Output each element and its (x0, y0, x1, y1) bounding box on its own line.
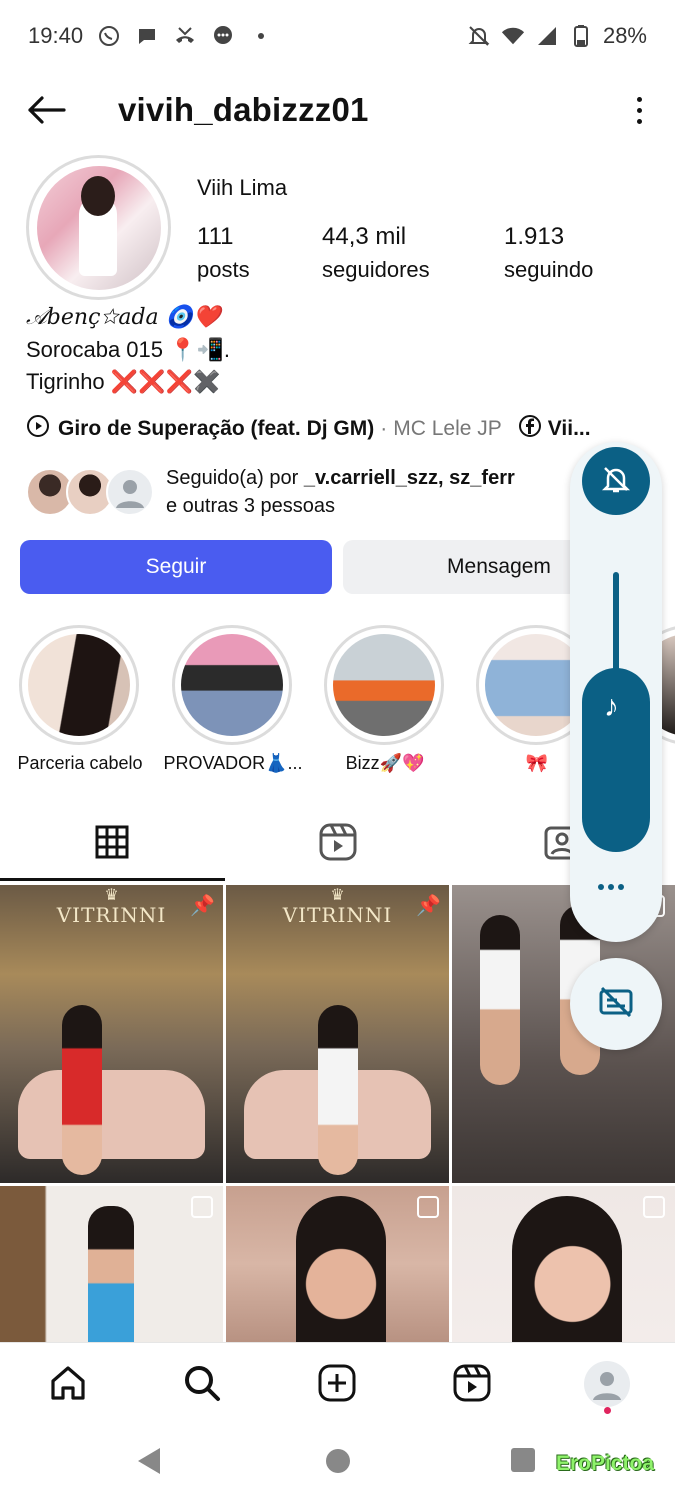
post-image (17, 1069, 206, 1160)
music-note-icon: ♪ (604, 690, 619, 723)
bio-line: 𝒜𝑏𝑒𝑛ç☆𝑎𝑑𝑎 🧿❤️ (26, 305, 221, 330)
post-image (88, 1206, 134, 1342)
highlight-label: PROVADOR👗... (163, 753, 303, 773)
live-caption-toggle[interactable] (570, 958, 662, 1050)
bottom-navigation (0, 1342, 675, 1426)
wifi-icon (501, 24, 525, 48)
followed-by[interactable]: Seguido(a) por _v.carriell_szz, sz_ferr … (26, 462, 586, 522)
search-icon[interactable] (180, 1361, 224, 1405)
back-arrow-icon[interactable] (26, 90, 66, 130)
music-artist: MC Lele JP (393, 417, 502, 440)
ringer-mute-toggle[interactable] (582, 447, 650, 515)
volume-more-icon[interactable] (598, 884, 624, 890)
system-back-icon[interactable] (136, 1446, 162, 1481)
follow-button[interactable]: Seguir (20, 540, 332, 594)
carousel-icon (191, 1196, 213, 1218)
stat-posts-value: 111 (197, 223, 234, 250)
avatar-photo (36, 165, 161, 290)
notifications-off-icon (467, 24, 491, 48)
profile-top-bar: vivih_dabizzz01 (0, 72, 675, 148)
system-home-icon[interactable] (326, 1449, 350, 1473)
profile-nav-avatar[interactable] (584, 1361, 630, 1407)
followed-by-text: Seguido(a) por _v.carriell_szz, sz_ferr … (166, 464, 515, 520)
status-time: 19:40 (28, 23, 84, 48)
profile-music[interactable]: Giro de Superação (feat. Dj GM) · MC Lel… (26, 414, 656, 444)
crown-icon: ♛ (104, 887, 119, 904)
post-thumbnail[interactable] (226, 1186, 449, 1342)
highlight-image (28, 634, 130, 736)
music-song-title: Giro de Superação (feat. Dj GM) (58, 417, 375, 440)
more-options-icon[interactable] (629, 90, 649, 130)
signal-icon (535, 24, 559, 48)
active-tab-indicator (0, 878, 225, 881)
system-recents-icon[interactable] (511, 1448, 535, 1472)
highlight-label: Parceria cabelo (17, 753, 143, 773)
notifications-off-icon (599, 462, 633, 501)
stat-followers[interactable]: 44,3 mil seguidores (322, 220, 430, 286)
post-image (62, 1005, 102, 1175)
carousel-icon (417, 1196, 439, 1218)
post-thumbnail[interactable]: ♛ VITRINNI 📌 (226, 885, 449, 1183)
tab-reels[interactable] (314, 820, 362, 868)
chat-bubble-icon (135, 24, 159, 48)
missed-call-icon (173, 24, 197, 48)
create-post-icon[interactable] (315, 1361, 359, 1405)
post-thumbnail[interactable]: ♛ VITRINNI 📌 (0, 885, 223, 1183)
stat-followers-label: seguidores (322, 257, 430, 282)
post-image (318, 1005, 358, 1175)
pin-icon: 📌 (416, 895, 441, 917)
followed-by-names: _v.carriell_szz, sz_ferr (303, 467, 515, 489)
avatar (106, 468, 154, 516)
home-icon[interactable] (46, 1361, 90, 1405)
post-image (296, 1196, 386, 1342)
stat-following-label: seguindo (504, 257, 594, 282)
message-icon (211, 24, 235, 48)
battery-icon (569, 24, 593, 48)
highlight-image (181, 634, 283, 736)
grid-icon (95, 825, 129, 864)
highlight-item[interactable]: Parceria cabelo (17, 625, 143, 773)
stat-posts[interactable]: 111 posts (197, 220, 250, 286)
music-separator: · (380, 417, 388, 440)
post-image (512, 1196, 622, 1342)
captions-off-icon (598, 986, 634, 1023)
stat-following-value: 1.913 (504, 223, 565, 250)
highlight-item[interactable]: Bizz🚀💖 (324, 625, 446, 773)
status-bar: 19:40 28% (0, 0, 675, 72)
followed-by-prefix: Seguido(a) por (166, 467, 304, 489)
battery-percent: 28% (602, 23, 647, 48)
facebook-link[interactable]: Vii... (518, 414, 591, 444)
reels-nav-icon[interactable] (450, 1361, 494, 1405)
facebook-icon (518, 414, 542, 444)
post-thumbnail[interactable] (452, 1186, 675, 1342)
reels-icon (319, 823, 357, 866)
stat-followers-value: 44,3 mil (322, 223, 407, 250)
bio-line: Sorocaba 015 📍📲. (26, 337, 231, 362)
play-circle-icon (26, 414, 50, 444)
highlight-image (333, 634, 435, 736)
whatsapp-icon (97, 24, 121, 48)
mutual-avatars (26, 466, 156, 518)
profile-avatar[interactable] (26, 155, 171, 300)
pin-icon: 📌 (190, 895, 215, 917)
carousel-icon (643, 1196, 665, 1218)
tab-grid[interactable] (88, 820, 136, 868)
volume-track[interactable] (613, 572, 619, 682)
stat-following[interactable]: 1.913 seguindo (504, 220, 593, 286)
dot-icon (249, 24, 273, 48)
profile-full-name: Viih Lima (197, 175, 288, 200)
site-watermark: EroPictoa (556, 1452, 655, 1475)
highlight-item[interactable]: PROVADOR👗... (163, 625, 303, 773)
followed-by-suffix: e outras 3 pessoas (166, 495, 335, 517)
profile-bio: 𝒜𝑏𝑒𝑛ç☆𝑎𝑑𝑎 🧿❤️ Sorocaba 015 📍📲. Tigrinho … (26, 302, 230, 398)
crown-icon: ♛ (330, 887, 345, 904)
facebook-link-text: Vii... (547, 417, 591, 440)
bio-line: Tigrinho ❌❌❌✖️ (26, 369, 221, 394)
post-thumbnail[interactable] (0, 1186, 223, 1342)
notification-dot (604, 1407, 611, 1414)
profile-username: vivih_dabizzz01 (118, 91, 369, 128)
stat-posts-label: posts (197, 257, 250, 282)
highlight-label: Bizz🚀💖 (345, 753, 425, 773)
post-image (480, 915, 520, 1085)
